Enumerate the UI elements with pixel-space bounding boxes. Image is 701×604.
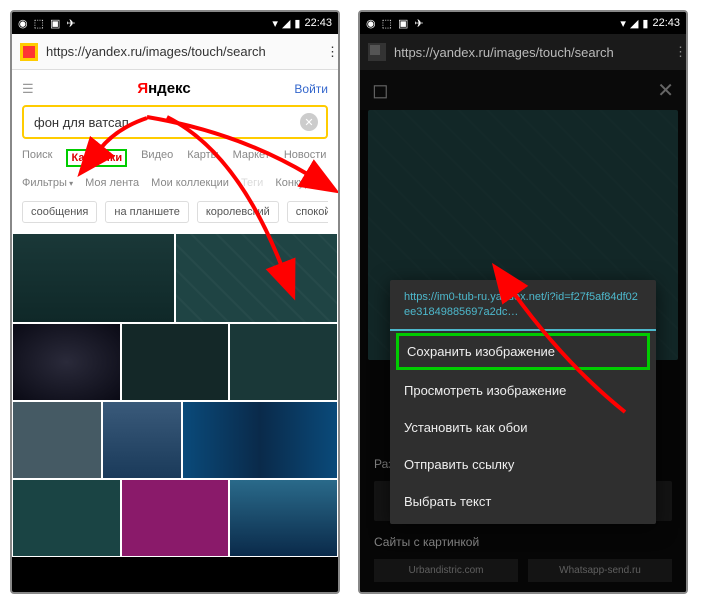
- url-bar[interactable]: https://yandex.ru/images/touch/search ⋮: [12, 34, 338, 70]
- signal-icon: ◢: [630, 17, 638, 30]
- image-thumb[interactable]: [229, 479, 338, 557]
- telegram-icon: ✈: [66, 17, 75, 30]
- filter-collections[interactable]: Мои коллекции: [151, 177, 229, 189]
- tab-market[interactable]: Маркет: [233, 149, 270, 167]
- statusbar: ◉ ⬚ ▣ ✈ ▾ ◢ ▮ 22:43: [12, 12, 338, 34]
- battery-icon: ▮: [642, 17, 648, 30]
- image-results: [12, 233, 338, 557]
- menu-view-image[interactable]: Просмотреть изображение: [390, 372, 656, 409]
- filter-tags[interactable]: Теги: [241, 177, 263, 189]
- status-icon: ▣: [50, 17, 60, 30]
- context-url: https://im0-tub-ru.yandex.net/i?id=f27f5…: [390, 280, 656, 331]
- search-input-box[interactable]: ✕: [22, 105, 328, 139]
- image-thumb[interactable]: [229, 323, 338, 401]
- more-icon[interactable]: ⋮: [326, 44, 330, 60]
- image-thumb[interactable]: [182, 401, 338, 479]
- login-link[interactable]: Войти: [294, 82, 328, 96]
- search-header: ☰ Яндекс Войти ✕ Поиск Картинки Видео Ка…: [12, 70, 338, 233]
- hamburger-icon[interactable]: ☰: [22, 81, 34, 97]
- wifi-icon: ▾: [272, 17, 278, 30]
- image-thumb[interactable]: [12, 479, 121, 557]
- wifi-icon: ▾: [620, 17, 626, 30]
- url-bar[interactable]: https://yandex.ru/images/touch/search ⋮: [360, 34, 686, 70]
- close-icon[interactable]: ✕: [657, 78, 674, 103]
- url-text: https://yandex.ru/images/touch/search: [394, 45, 666, 60]
- yandex-logo[interactable]: Яндекс: [137, 80, 190, 97]
- search-input[interactable]: [34, 115, 300, 130]
- menu-send-link[interactable]: Отправить ссылку: [390, 446, 656, 483]
- image-thumb[interactable]: [121, 323, 230, 401]
- tab-search[interactable]: Поиск: [22, 149, 52, 167]
- suggestion-chips: сообщения на планшете королевский спокой…: [22, 197, 328, 233]
- clock: 22:43: [652, 17, 680, 29]
- app-icon: ◉: [366, 17, 376, 30]
- chip[interactable]: спокойны: [287, 201, 328, 223]
- battery-icon: ▮: [294, 17, 300, 30]
- tab-images[interactable]: Картинки: [66, 149, 127, 167]
- chip[interactable]: королевский: [197, 201, 279, 223]
- favicon: [368, 43, 386, 61]
- image-thumb[interactable]: [121, 479, 230, 557]
- clock: 22:43: [304, 17, 332, 29]
- tab-maps[interactable]: Карты: [187, 149, 218, 167]
- status-icon: ▣: [398, 17, 408, 30]
- phone-left: ◉ ⬚ ▣ ✈ ▾ ◢ ▮ 22:43 https://yandex.ru/im…: [10, 10, 340, 594]
- url-text: https://yandex.ru/images/touch/search: [46, 44, 318, 59]
- tab-video[interactable]: Видео: [141, 149, 173, 167]
- statusbar: ◉ ⬚ ▣ ✈ ▾ ◢ ▮ 22:43: [360, 12, 686, 34]
- menu-set-wallpaper[interactable]: Установить как обои: [390, 409, 656, 446]
- favicon: [20, 43, 38, 61]
- image-thumb[interactable]: [12, 233, 175, 323]
- signal-icon: ◢: [282, 17, 290, 30]
- filter-contests[interactable]: Конкурсы: [275, 177, 323, 189]
- image-viewer: ◻ ✕ Размеры Большая 1580×1238 Средняя 50…: [360, 70, 686, 592]
- filter-feed[interactable]: Моя лента: [85, 177, 139, 189]
- image-thumb[interactable]: [12, 401, 102, 479]
- tab-news[interactable]: Новости: [284, 149, 327, 167]
- status-icon: ⬚: [382, 17, 392, 30]
- image-thumb[interactable]: [12, 323, 121, 401]
- status-icon: ⬚: [34, 17, 44, 30]
- chip[interactable]: сообщения: [22, 201, 97, 223]
- menu-select-text[interactable]: Выбрать текст: [390, 483, 656, 520]
- category-tabs: Поиск Картинки Видео Карты Маркет Новост…: [22, 139, 328, 173]
- filters-dropdown[interactable]: Фильтры: [22, 177, 73, 189]
- telegram-icon: ✈: [414, 17, 423, 30]
- chip[interactable]: на планшете: [105, 201, 188, 223]
- phone-right: ◉ ⬚ ▣ ✈ ▾ ◢ ▮ 22:43 https://yandex.ru/im…: [358, 10, 688, 594]
- filter-row: Фильтры Моя лента Мои коллекции Теги Кон…: [22, 173, 328, 197]
- image-thumb[interactable]: [102, 401, 181, 479]
- image-thumb[interactable]: [175, 233, 338, 323]
- more-icon[interactable]: ⋮: [674, 44, 678, 60]
- clear-icon[interactable]: ✕: [300, 113, 318, 131]
- bookmark-icon[interactable]: ◻: [372, 78, 389, 103]
- context-menu: https://im0-tub-ru.yandex.net/i?id=f27f5…: [390, 280, 656, 524]
- menu-save-image[interactable]: Сохранить изображение: [396, 333, 650, 370]
- app-icon: ◉: [18, 17, 28, 30]
